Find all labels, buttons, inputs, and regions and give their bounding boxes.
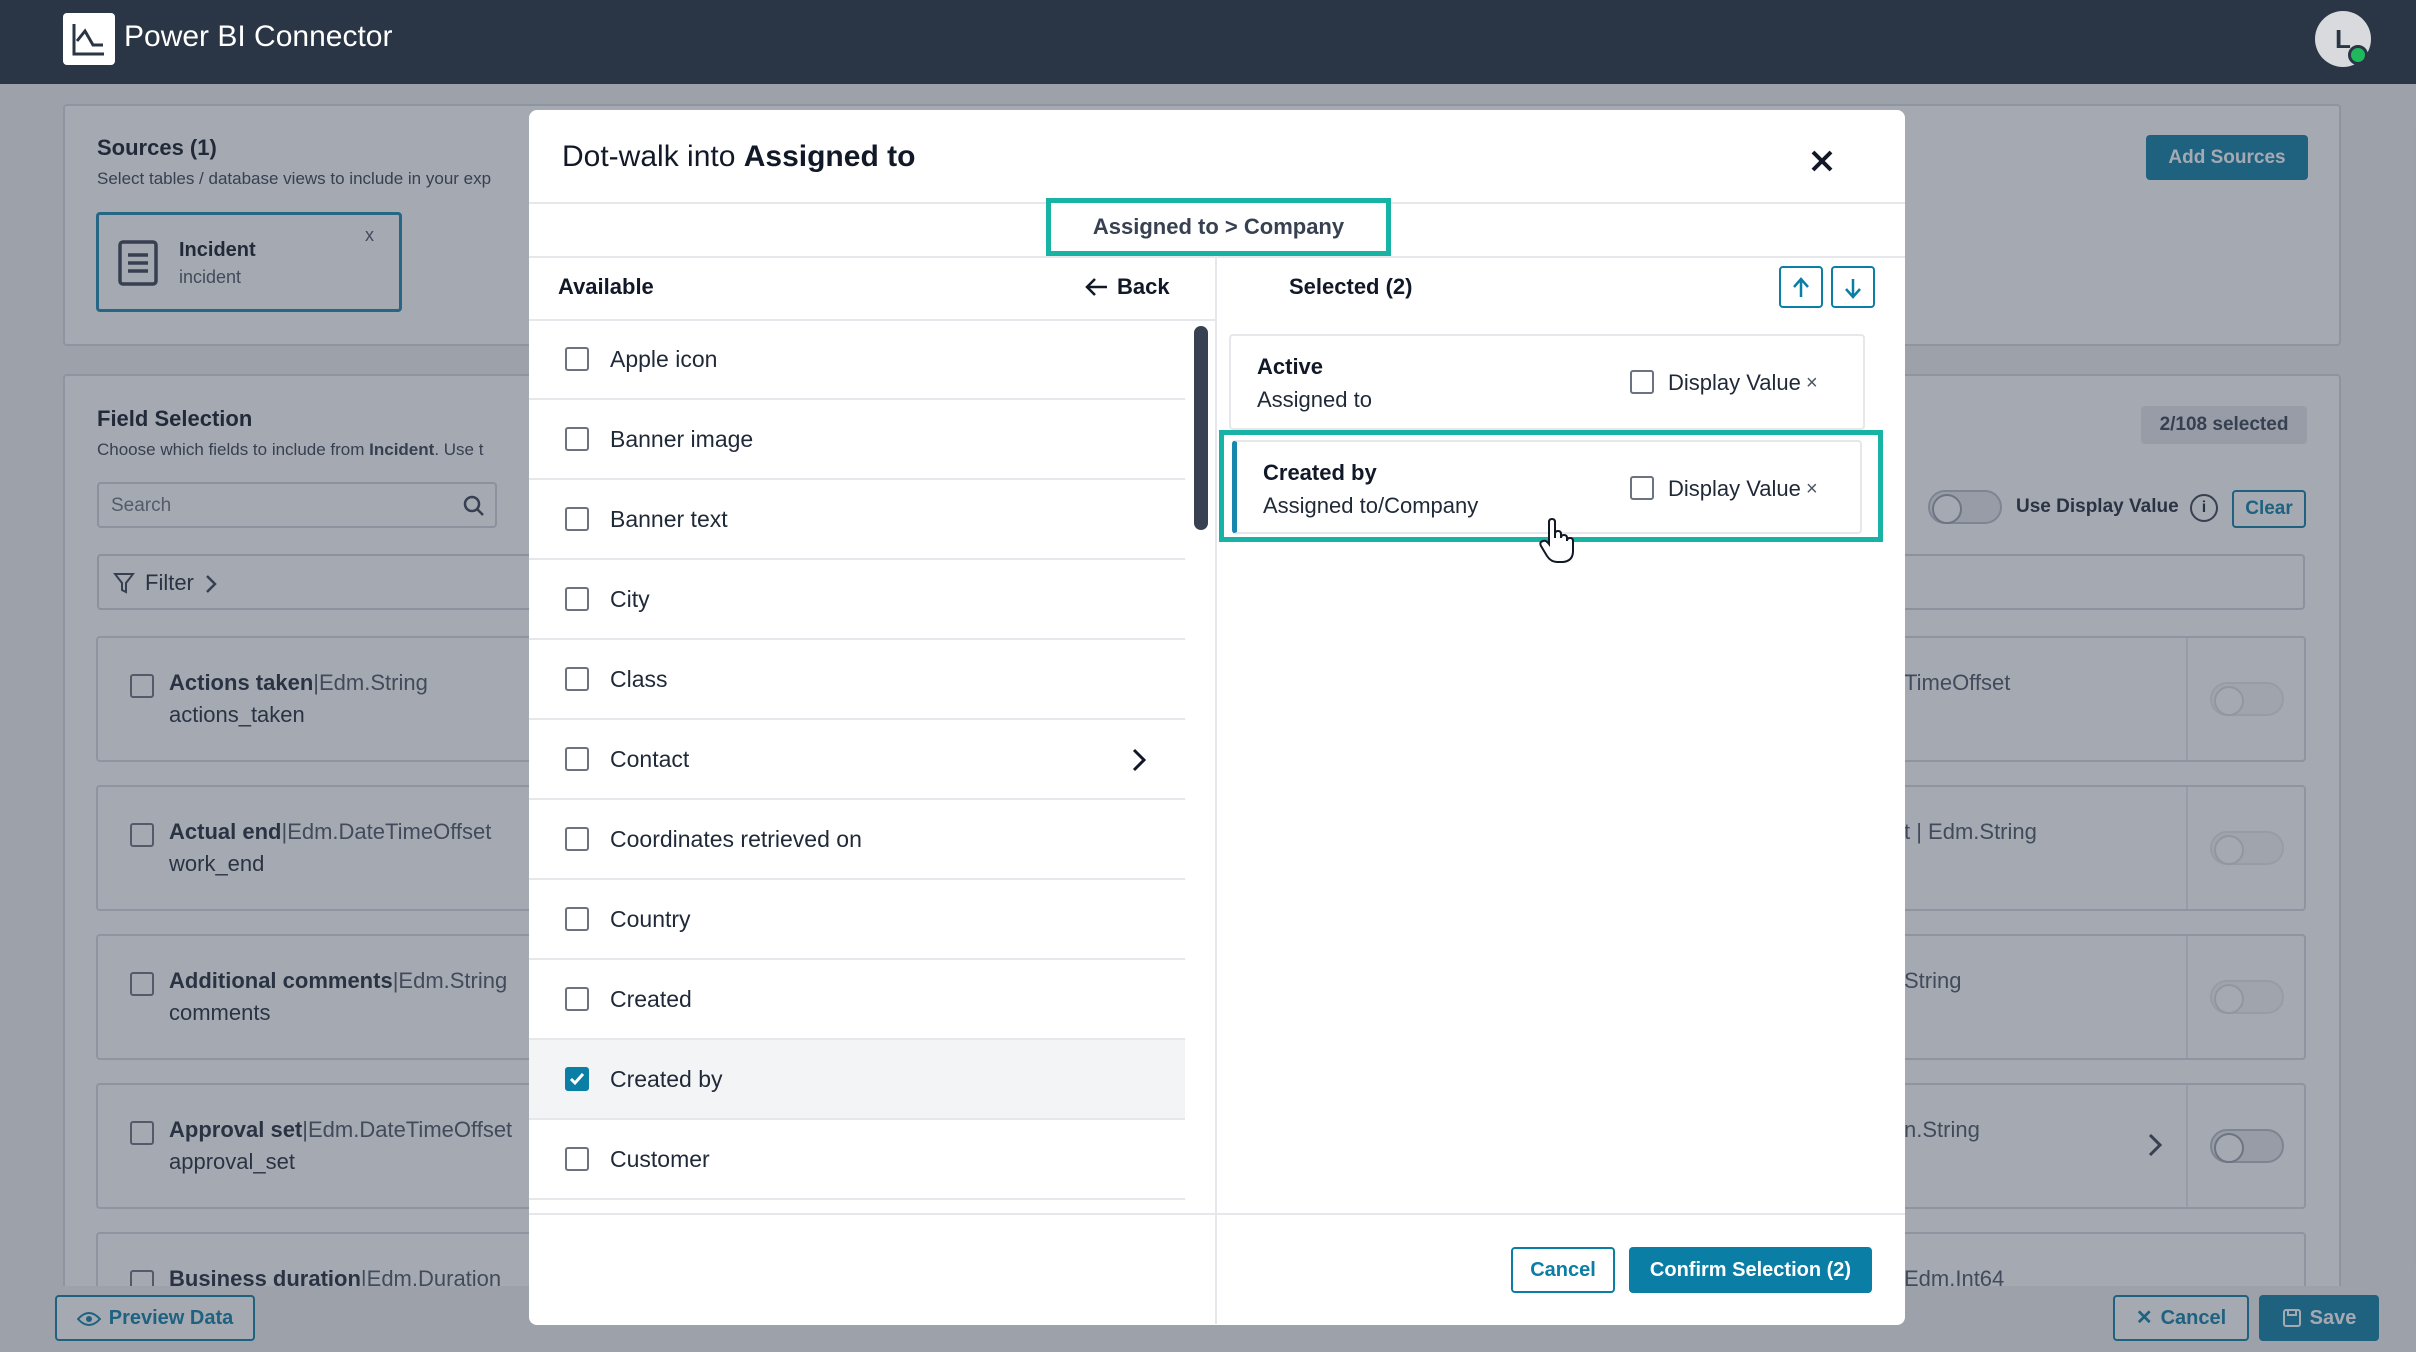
- move-up-button[interactable]: [1779, 266, 1823, 308]
- available-item[interactable]: Created: [529, 960, 1185, 1040]
- item-checkbox[interactable]: [565, 347, 589, 371]
- item-checkbox[interactable]: [565, 667, 589, 691]
- online-status-icon: [2348, 45, 2368, 65]
- available-scrollbar[interactable]: [1194, 326, 1208, 530]
- available-item[interactable]: Apple icon: [529, 320, 1185, 400]
- app-header: Power BI Connector L: [0, 0, 2416, 84]
- breadcrumb: Assigned to > Company: [1046, 198, 1391, 256]
- item-checkbox[interactable]: [565, 907, 589, 931]
- modal-title: Dot-walk into Assigned to: [562, 140, 916, 173]
- display-value-checkbox[interactable]: [1630, 476, 1654, 500]
- available-item[interactable]: Created by: [529, 1040, 1185, 1120]
- arrow-up-icon: [1793, 277, 1809, 297]
- chevron-right-icon[interactable]: [1132, 748, 1146, 772]
- available-heading: Available: [558, 274, 654, 299]
- available-item[interactable]: Class: [529, 640, 1185, 720]
- remove-item-button[interactable]: ×: [1806, 478, 1818, 501]
- selected-heading: Selected (2): [1289, 274, 1413, 299]
- available-item[interactable]: Banner image: [529, 400, 1185, 480]
- hand-cursor-icon: [1539, 518, 1574, 563]
- item-checkbox[interactable]: [565, 1067, 589, 1091]
- available-item[interactable]: Country: [529, 880, 1185, 960]
- item-checkbox[interactable]: [565, 747, 589, 771]
- arrow-left-icon: [1085, 278, 1107, 296]
- remove-item-button[interactable]: ×: [1806, 372, 1818, 395]
- dot-walk-modal: Dot-walk into Assigned to Assigned to > …: [529, 110, 1905, 1325]
- app-logo-icon: [63, 13, 115, 65]
- available-item[interactable]: Customer: [529, 1120, 1185, 1200]
- item-checkbox[interactable]: [565, 587, 589, 611]
- available-item[interactable]: Banner text: [529, 480, 1185, 560]
- arrow-down-icon: [1845, 279, 1861, 299]
- item-checkbox[interactable]: [565, 827, 589, 851]
- modal-cancel-button[interactable]: Cancel: [1511, 1247, 1615, 1293]
- check-icon: [569, 1073, 585, 1086]
- available-item[interactable]: City: [529, 560, 1185, 640]
- back-button[interactable]: Back: [1085, 274, 1170, 300]
- item-checkbox[interactable]: [565, 987, 589, 1011]
- item-checkbox[interactable]: [565, 427, 589, 451]
- close-icon[interactable]: [1805, 144, 1839, 178]
- available-item[interactable]: Coordinates retrieved on: [529, 800, 1185, 880]
- display-value-checkbox[interactable]: [1630, 370, 1654, 394]
- app-title: Power BI Connector: [124, 20, 393, 53]
- selected-item[interactable]: Active Assigned to Display Value ×: [1229, 334, 1865, 430]
- confirm-selection-button[interactable]: Confirm Selection (2): [1629, 1247, 1872, 1293]
- item-checkbox[interactable]: [565, 1147, 589, 1171]
- item-checkbox[interactable]: [565, 507, 589, 531]
- move-down-button[interactable]: [1831, 266, 1875, 308]
- available-item[interactable]: Contact: [529, 720, 1185, 800]
